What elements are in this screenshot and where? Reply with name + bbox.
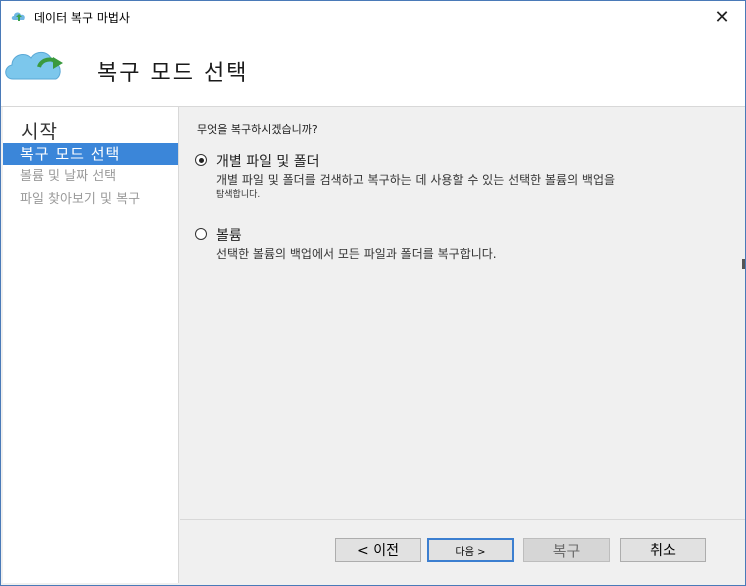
- title-bar: 데이터 복구 마법사 ✕: [1, 1, 745, 33]
- cloud-recovery-icon: [5, 51, 63, 80]
- next-button[interactable]: 다음 >: [427, 538, 514, 562]
- option-files-folders-description: 개별 파일 및 폴더를 검색하고 복구하는 데 사용할 수 있는 선택한 볼륨의…: [216, 173, 616, 187]
- close-icon: ✕: [714, 6, 730, 28]
- main-content: 무엇을 복구하시겠습니까? 개별 파일 및 폴더 개별 파일 및 폴더를 검색하…: [180, 107, 745, 519]
- question-text: 무엇을 복구하시겠습니까?: [197, 123, 318, 136]
- cloud-backup-icon: [11, 12, 25, 21]
- nav-start-heading: 시작: [21, 121, 58, 143]
- cancel-button[interactable]: 취소: [620, 538, 706, 562]
- recovery-wizard-window: 데이터 복구 마법사 ✕ 복구 모드 선택 시작 복구 모드 선택 볼륨 및 날…: [0, 0, 746, 586]
- option-files-folders-label[interactable]: 개별 파일 및 폴더: [216, 151, 320, 171]
- step-item-volume-date: 볼륨 및 날짜 선택: [20, 169, 117, 184]
- radio-volume[interactable]: [195, 228, 207, 240]
- wizard-steps-sidebar: 시작 복구 모드 선택 볼륨 및 날짜 선택 파일 찾아보기 및 복구: [3, 107, 179, 583]
- recover-button[interactable]: 복구: [523, 538, 610, 562]
- option-files-folders-description-line2: 탐색합니다.: [216, 190, 261, 200]
- step-item-browse-recover: 파일 찾아보기 및 복구: [20, 192, 141, 207]
- radio-files-folders[interactable]: [195, 154, 207, 166]
- option-volume-description: 선택한 볼륨의 백업에서 모든 파일과 폴더를 복구합니다.: [216, 247, 497, 261]
- window-title: 데이터 복구 마법사: [34, 11, 130, 25]
- wizard-footer: < 이전 다음 > 복구 취소: [180, 519, 745, 585]
- prev-button[interactable]: < 이전: [335, 538, 421, 562]
- edge-fragment: [742, 259, 745, 269]
- close-button[interactable]: ✕: [699, 1, 745, 33]
- page-title: 복구 모드 선택: [97, 61, 249, 86]
- step-item-recovery-mode[interactable]: 복구 모드 선택: [3, 143, 178, 165]
- wizard-header: 복구 모드 선택: [1, 33, 745, 107]
- option-volume-label[interactable]: 볼륨: [216, 225, 242, 245]
